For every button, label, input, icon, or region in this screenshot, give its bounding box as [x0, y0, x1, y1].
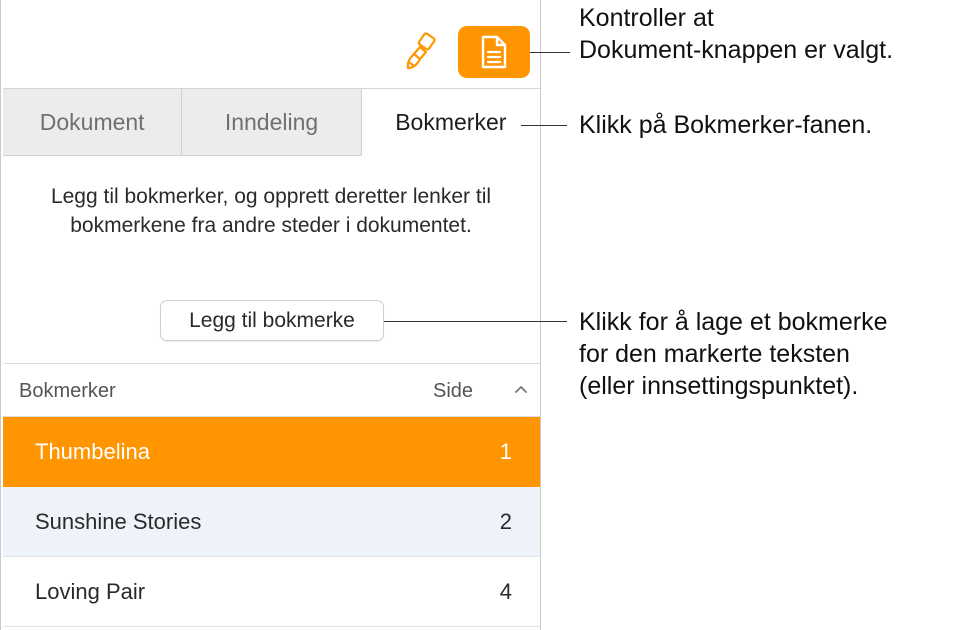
callout-leader-tab [521, 125, 567, 126]
bookmarks-list-header: Bokmerker Side [3, 364, 540, 416]
list-item[interactable]: Thumbelina 1 [3, 417, 540, 487]
column-header-bookmarks[interactable]: Bokmerker [19, 380, 116, 403]
callout-text: (eller innsettingspunktet). [579, 372, 859, 400]
chevron-up-icon[interactable] [513, 378, 529, 406]
callout-leader-document [530, 52, 570, 53]
document-inspector-panel: Dokument Inndeling Bokmerker Legg til bo… [0, 0, 541, 630]
bookmark-page: 1 [499, 439, 512, 464]
list-item[interactable]: Sunshine Stories 2 [3, 487, 540, 557]
callout-text: Klikk for å lage et bokmerke [579, 308, 888, 336]
document-button[interactable] [458, 26, 530, 78]
list-item[interactable]: Loving Pair 4 [3, 557, 540, 627]
callout-leader-add [384, 321, 567, 322]
callout-text: Dokument-knappen er valgt. [579, 36, 894, 64]
callout-text: for den markerte teksten [579, 340, 850, 368]
paintbrush-icon [406, 32, 436, 70]
bookmarks-list: Thumbelina 1 Sunshine Stories 2 Loving P… [3, 417, 540, 627]
inspector-tabs: Dokument Inndeling Bokmerker [3, 88, 540, 156]
callout-add-bookmark: Klikk for å lage et bokmerke for den mar… [579, 306, 887, 402]
document-icon [481, 35, 507, 69]
bookmark-name: Sunshine Stories [35, 509, 202, 534]
column-header-page[interactable]: Side [433, 380, 473, 403]
add-bookmark-button[interactable]: Legg til bokmerke [160, 300, 384, 341]
tab-dokument[interactable]: Dokument [3, 89, 183, 156]
bookmarks-description: Legg til bokmerker, og opprett deretter … [50, 185, 492, 237]
inspector-toolbar [1, 0, 540, 88]
bookmark-name: Loving Pair [35, 579, 146, 604]
callout-text: Kontroller at [579, 4, 714, 32]
bookmark-page: 4 [499, 579, 512, 604]
format-button[interactable] [399, 30, 443, 74]
tab-bokmerker[interactable]: Bokmerker [361, 89, 540, 156]
bookmark-name: Thumbelina [35, 439, 150, 464]
callout-document-button: Kontroller at Dokument-knappen er valgt. [579, 2, 893, 66]
tab-inndeling[interactable]: Inndeling [182, 89, 362, 156]
callout-bookmarks-tab: Klikk på Bokmerker-fanen. [579, 111, 873, 139]
bookmark-page: 2 [499, 509, 512, 534]
